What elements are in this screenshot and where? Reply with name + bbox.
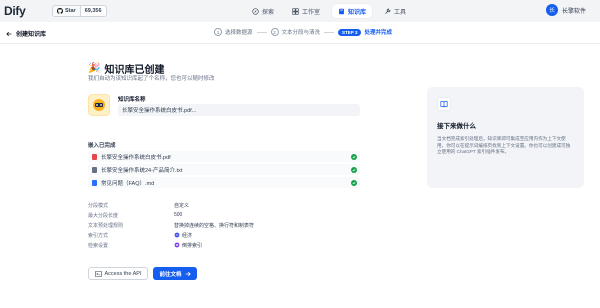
compass-icon — [252, 7, 259, 15]
prop-row: 分段模式 自定义 — [88, 202, 190, 209]
step-2: 2 文本分段与清洗 — [270, 28, 320, 36]
top-navbar: Dify Star 69,356 探索 工作室 知识库 工具 长 长擎软件 — [0, 0, 600, 22]
avatar: 长 — [545, 4, 558, 16]
next-steps-title: 接下来做什么 — [437, 123, 476, 130]
page-subtitle: 我们自动为该知识库起了个名称，您也可以随时修改 — [88, 76, 215, 82]
list-item: 长擎安全操作系统白皮书.pdf — [88, 151, 360, 162]
stepper: 1 选择数据源 2 文本分段与清洗 STEP 3 处理并完成 — [214, 28, 392, 36]
prop-row: 文本预处理规则 替换掉连续的空格、换行符和制表符 — [88, 222, 255, 229]
nav-explore[interactable]: 探索 — [246, 4, 280, 18]
user-menu[interactable]: 长 长擎软件 — [545, 4, 586, 16]
kb-name-label: 知识库名称 — [118, 97, 146, 103]
github-star-button[interactable]: Star 69,356 — [52, 5, 107, 17]
step-bar: 创建知识库 1 选择数据源 2 文本分段与清洗 STEP 3 处理并完成 — [0, 22, 600, 44]
list-item: 长擎安全操作系统24-产品简介.txt — [88, 164, 360, 175]
pdf-file-icon — [92, 153, 97, 160]
kb-name-input[interactable]: 长擎安全操作系统白皮书.pdf... — [118, 104, 360, 116]
step-3: STEP 3 处理并完成 — [338, 28, 392, 36]
check-circle-icon — [351, 166, 357, 173]
github-star-count[interactable]: 69,356 — [81, 6, 106, 16]
step-divider — [256, 31, 267, 33]
prop-row: 最大分段长度 500 — [88, 212, 183, 219]
file-list: 长擎安全操作系统白皮书.pdf 长擎安全操作系统24-产品简介.txt 常见问题… — [88, 151, 360, 190]
prop-row: 索引方式 经济 — [88, 232, 193, 239]
grid-icon — [292, 7, 299, 15]
next-steps-body: 当文档完成索引处理后，知识库即可集成至应用内作为上下文使用，你可以在提示词编排页… — [437, 136, 571, 154]
list-item: 常见问题（FAQ）.md — [88, 177, 360, 188]
user-name: 长擎软件 — [561, 8, 586, 15]
github-star[interactable]: Star — [53, 6, 81, 16]
nav-knowledge[interactable]: 知识库 — [332, 4, 373, 18]
nav-studio[interactable]: 工作室 — [286, 4, 326, 18]
knowledge-avatar-icon — [88, 94, 110, 116]
main-nav: 探索 工作室 知识库 工具 — [246, 4, 412, 18]
arrow-right-icon — [185, 271, 191, 276]
inverted-index-icon — [174, 242, 180, 248]
back-button[interactable]: 创建知识库 — [6, 29, 46, 38]
next-steps-card: 接下来做什么 当文档完成索引处理后，知识库即可集成至应用内作为上下文使用，你可以… — [427, 87, 584, 188]
tool-icon — [385, 8, 391, 14]
md-file-icon — [92, 179, 97, 186]
github-icon — [57, 8, 63, 14]
prop-row: 检索设置 倒排索引 — [88, 242, 203, 249]
check-circle-icon — [351, 179, 357, 186]
check-circle-icon — [351, 153, 357, 160]
go-to-document-button[interactable]: 前往文档 — [153, 267, 197, 280]
step-1: 1 选择数据源 — [214, 28, 253, 36]
book-icon — [339, 8, 344, 14]
party-popper-icon: 🎉 — [88, 63, 101, 74]
book-open-icon — [437, 97, 451, 111]
txt-file-icon — [92, 166, 97, 173]
nav-tools[interactable]: 工具 — [378, 4, 412, 18]
arrow-left-icon — [6, 31, 12, 36]
logo[interactable]: Dify — [4, 4, 26, 18]
economy-icon — [174, 232, 180, 238]
terminal-icon — [94, 270, 102, 277]
settings-summary: 分段模式 自定义 最大分段长度 500 文本预处理规则 替换掉连续的空格、换行符… — [88, 200, 254, 250]
embedding-status-label: 嵌入已完成 — [88, 143, 116, 149]
step-divider — [324, 31, 335, 33]
access-api-button[interactable]: Access the API — [88, 267, 148, 280]
